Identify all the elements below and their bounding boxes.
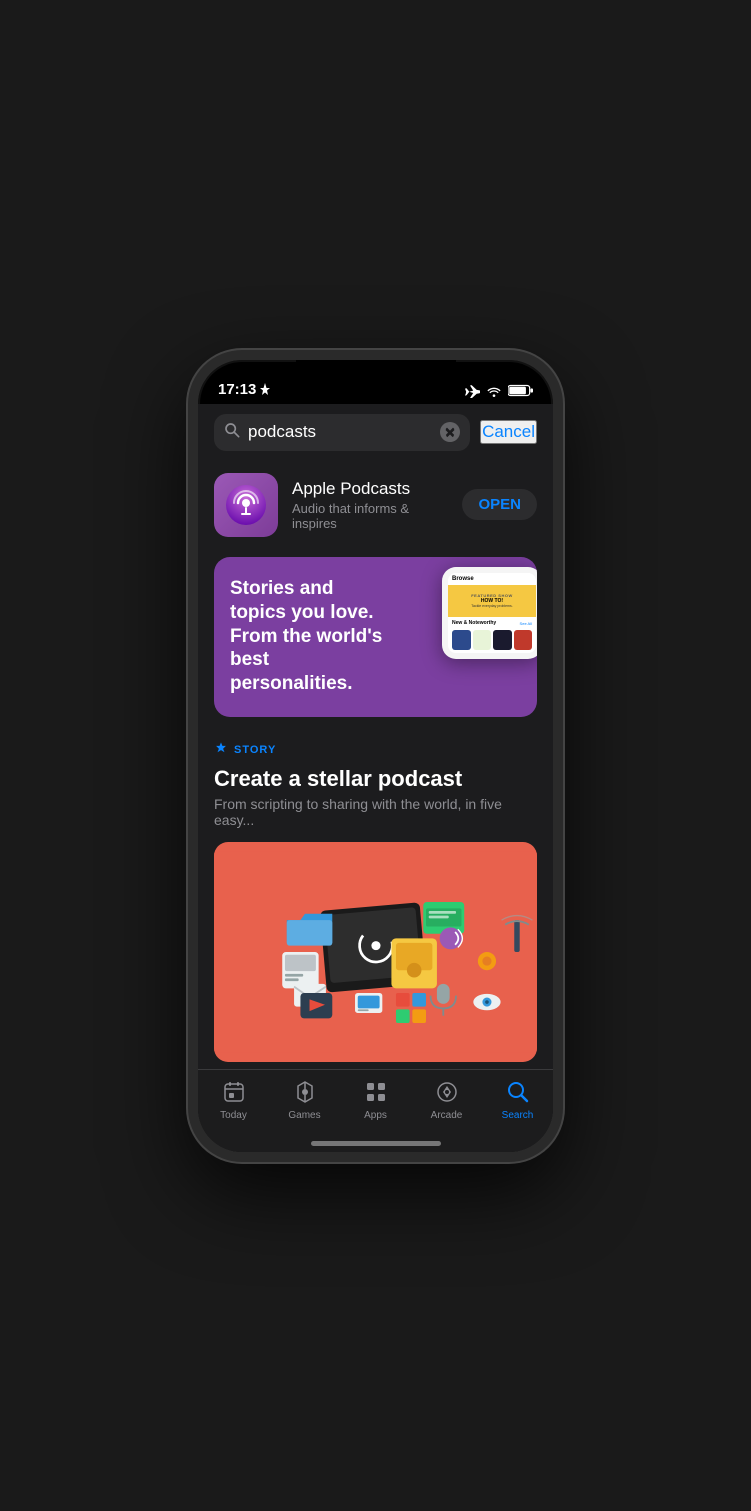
wifi-icon — [486, 385, 502, 397]
mockup-item-4 — [514, 630, 533, 650]
phone-mockup-screen: Browse FEATURED SHOW HOW TO! Tackle ever… — [448, 573, 536, 653]
search-tab-icon — [504, 1078, 532, 1106]
search-tab-svg — [506, 1080, 530, 1104]
story-image[interactable] — [214, 842, 537, 1062]
scroll-area[interactable]: Apple Podcasts Audio that informs & insp… — [198, 461, 553, 1069]
search-input[interactable]: podcasts — [248, 422, 432, 442]
open-button[interactable]: OPEN — [462, 489, 537, 520]
podcasts-logo — [226, 485, 266, 525]
promo-phone-side: Browse FEATURED SHOW HOW TO! Tackle ever… — [407, 557, 537, 717]
tab-item-games[interactable]: Games — [269, 1078, 340, 1121]
clear-button[interactable] — [440, 422, 460, 442]
story-label: STORY — [214, 741, 537, 760]
app-store-logo — [214, 741, 228, 755]
phone-mockup: Browse FEATURED SHOW HOW TO! Tackle ever… — [442, 567, 537, 659]
arcade-tab-icon — [435, 1080, 459, 1104]
screen-content: podcasts Cancel — [198, 404, 553, 1152]
location-icon — [260, 383, 270, 395]
arcade-tab-label: Arcade — [431, 1110, 463, 1121]
apps-tab-label: Apps — [364, 1110, 387, 1121]
app-store-icon — [214, 741, 228, 760]
app-subtitle: Audio that informs & inspires — [292, 501, 448, 531]
mockup-item-2 — [473, 630, 492, 650]
airplane-icon — [464, 384, 480, 398]
tab-item-apps[interactable]: Apps — [340, 1078, 411, 1121]
mockup-section: New & Noteworthy See All — [448, 617, 536, 653]
status-icons — [464, 384, 533, 398]
games-tab-icon — [293, 1080, 317, 1104]
app-name: Apple Podcasts — [292, 479, 448, 499]
cancel-button[interactable]: Cancel — [480, 420, 537, 444]
mockup-item-1 — [452, 630, 471, 650]
home-indicator — [311, 1141, 441, 1146]
story-subtitle: From scripting to sharing with the world… — [214, 796, 537, 828]
today-icon — [220, 1078, 248, 1106]
mockup-section-title: New & Noteworthy — [452, 620, 496, 626]
arcade-icon — [433, 1078, 461, 1106]
mockup-item-3 — [493, 630, 512, 650]
search-bar-area: podcasts Cancel — [198, 404, 553, 461]
tab-bar: Today Games — [198, 1069, 553, 1152]
tab-item-arcade[interactable]: Arcade — [411, 1078, 482, 1121]
games-tab-label: Games — [288, 1110, 320, 1121]
search-icon — [224, 422, 240, 443]
promo-headline: Stories and topics you love. From the wo… — [230, 577, 391, 696]
story-title: Create a stellar podcast — [214, 766, 537, 792]
app-icon-podcasts — [214, 473, 278, 537]
story-tag: STORY — [234, 744, 276, 756]
today-tab-icon — [222, 1080, 246, 1104]
tab-item-search[interactable]: Search — [482, 1078, 553, 1121]
notch — [296, 360, 456, 390]
mockup-header: Browse — [448, 573, 536, 585]
games-icon — [291, 1078, 319, 1106]
apps-icon — [362, 1078, 390, 1106]
mockup-see-all: See All — [520, 621, 532, 626]
mockup-featured: FEATURED SHOW HOW TO! Tackle everyday pr… — [448, 585, 536, 617]
phone-frame: 17:13 — [188, 350, 563, 1162]
apps-tab-icon — [364, 1080, 388, 1104]
mockup-row-items — [452, 630, 532, 650]
tab-item-today[interactable]: Today — [198, 1078, 269, 1121]
promo-banner[interactable]: Stories and topics you love. From the wo… — [214, 557, 537, 717]
today-tab-label: Today — [220, 1110, 247, 1121]
status-time: 17:13 — [218, 381, 270, 398]
app-info: Apple Podcasts Audio that informs & insp… — [292, 479, 448, 531]
story-illustration — [214, 842, 537, 1062]
search-input-wrapper[interactable]: podcasts — [214, 414, 470, 451]
story-section: STORY Create a stellar podcast From scri… — [198, 725, 553, 1062]
mockup-featured-sub: Tackle everyday problems. — [471, 604, 513, 608]
search-tab-label: Search — [502, 1110, 534, 1121]
battery-icon — [508, 384, 533, 397]
promo-text-side: Stories and topics you love. From the wo… — [214, 557, 407, 716]
app-result-row: Apple Podcasts Audio that informs & insp… — [198, 461, 553, 549]
